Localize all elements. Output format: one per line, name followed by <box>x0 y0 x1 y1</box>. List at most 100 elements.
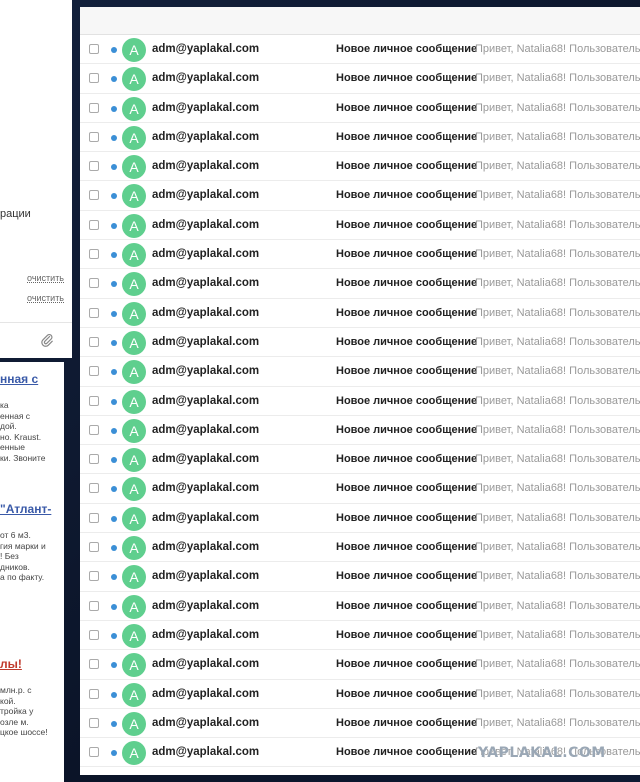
avatar: A <box>122 506 146 531</box>
message-row[interactable]: Aadm@yaplakal.com Новое личное сообщение П… <box>80 592 640 621</box>
message-row[interactable]: Aadm@yaplakal.com Новое личное сообщение П… <box>80 416 640 446</box>
message-row[interactable]: Aadm@yaplakal.com Новое личное сообщение П… <box>80 240 640 270</box>
message-snippet: Привет, Natalia68! Пользователь п <box>475 218 640 231</box>
select-checkbox[interactable] <box>89 659 99 670</box>
ad-title[interactable]: лы! <box>0 657 22 671</box>
message-snippet: Привет, Natalia68! Пользователь М <box>475 511 640 524</box>
select-checkbox[interactable] <box>89 747 99 758</box>
select-checkbox[interactable] <box>89 131 99 142</box>
select-checkbox[interactable] <box>89 717 99 728</box>
ads-panel: нная с ка енная с дой. но. Kraust. енные … <box>0 362 64 782</box>
ad-title[interactable]: "Атлант- <box>0 502 51 516</box>
sender-address: adm@yaplakal.com <box>152 716 260 729</box>
avatar: A <box>122 711 146 736</box>
select-checkbox[interactable] <box>89 190 99 201</box>
message-snippet: Привет, Natalia68! Пользователь М <box>475 335 640 348</box>
select-checkbox[interactable] <box>89 542 99 553</box>
left-settings-panel: рации очистить очистить <box>0 0 72 358</box>
unread-dot-icon <box>111 398 117 405</box>
message-subject: Новое личное сообщение <box>336 365 478 378</box>
select-checkbox[interactable] <box>89 454 99 465</box>
message-row[interactable]: Aadm@yaplakal.com Новое личное сообщение П… <box>80 269 640 299</box>
ad-title[interactable]: нная с <box>0 372 38 386</box>
select-checkbox[interactable] <box>89 512 99 523</box>
select-checkbox[interactable] <box>89 161 99 172</box>
avatar: A <box>122 155 146 180</box>
message-snippet: Привет, Natalia68! Пользователь lu <box>475 628 640 641</box>
message-row[interactable]: Aadm@yaplakal.com Новое личное сообщение П… <box>80 123 640 153</box>
paperclip-icon[interactable] <box>40 333 54 347</box>
message-row[interactable]: Aadm@yaplakal.com Новое личное сообщение П… <box>80 387 640 416</box>
select-checkbox[interactable] <box>89 73 99 84</box>
avatar: A <box>122 213 146 238</box>
message-row[interactable]: Aadm@yaplakal.com Новое личное сообщение П… <box>80 35 640 65</box>
avatar: A <box>122 741 146 766</box>
message-row[interactable]: Aadm@yaplakal.com Новое личное сообщение П… <box>80 504 640 534</box>
message-subject: Новое личное сообщение <box>336 335 478 348</box>
message-row[interactable]: Aadm@yaplakal.com Новое личное сообщение П… <box>80 650 640 680</box>
sender-address: adm@yaplakal.com <box>152 746 260 759</box>
sender-address: adm@yaplakal.com <box>152 394 260 407</box>
message-snippet: Привет, Natalia68! Пользователь п <box>475 189 640 202</box>
select-checkbox[interactable] <box>89 600 99 611</box>
message-snippet: Привет, Natalia68! Пользователь п <box>475 541 640 554</box>
select-checkbox[interactable] <box>89 571 99 582</box>
select-checkbox[interactable] <box>89 366 99 377</box>
message-row[interactable]: Aadm@yaplakal.com Новое личное сообщение П… <box>80 64 640 94</box>
unread-dot-icon <box>111 603 117 610</box>
unread-dot-icon <box>111 252 117 259</box>
message-subject: Новое личное сообщение <box>336 43 478 55</box>
select-checkbox[interactable] <box>89 424 99 435</box>
message-snippet: Привет, Natalia68! Пользователь s <box>475 570 640 583</box>
message-row[interactable]: Aadm@yaplakal.com Новое личное сообщение П… <box>80 299 640 328</box>
unread-dot-icon <box>111 720 117 727</box>
clear-link-1[interactable]: очистить <box>27 273 64 283</box>
avatar: A <box>122 125 146 150</box>
message-subject: Новое личное сообщение <box>336 218 478 231</box>
message-snippet: Привет, Natalia68! Пользователь п <box>475 277 640 290</box>
unread-dot-icon <box>111 310 117 317</box>
message-row[interactable]: Aadm@yaplakal.com Новое личное сообщение П… <box>80 533 640 563</box>
unread-dot-icon <box>111 164 117 171</box>
select-checkbox[interactable] <box>89 219 99 230</box>
sender-address: adm@yaplakal.com <box>152 658 260 671</box>
select-checkbox[interactable] <box>89 249 99 260</box>
message-list: Aadm@yaplakal.com Новое личное сообщение П… <box>80 35 640 768</box>
ad-text: от 6 м3. гия марки и ! Без дников. а по … <box>0 530 46 582</box>
select-checkbox[interactable] <box>89 629 99 640</box>
message-row[interactable]: Aadm@yaplakal.com Новое личное сообщение П… <box>80 562 640 592</box>
avatar: A <box>122 272 146 297</box>
select-checkbox[interactable] <box>89 44 99 54</box>
select-checkbox[interactable] <box>89 307 99 318</box>
message-snippet: Привет, Natalia68! Пользователь ф <box>475 248 640 261</box>
sender-address: adm@yaplakal.com <box>152 453 260 466</box>
message-row[interactable]: Aadm@yaplakal.com Новое личное сообщение П… <box>80 181 640 211</box>
message-row[interactable]: Aadm@yaplakal.com Новое личное сообщение П… <box>80 94 640 123</box>
message-subject: Новое личное сообщение <box>336 423 478 436</box>
select-checkbox[interactable] <box>89 278 99 289</box>
select-checkbox[interactable] <box>89 336 99 347</box>
avatar: A <box>122 96 146 121</box>
message-snippet: Привет, Natalia68! Пользователь 7 <box>475 482 640 495</box>
select-checkbox[interactable] <box>89 483 99 494</box>
select-checkbox[interactable] <box>89 395 99 406</box>
message-row[interactable]: Aadm@yaplakal.com Новое личное сообщение П… <box>80 357 640 387</box>
message-subject: Новое личное сообщение <box>336 687 478 700</box>
message-subject: Новое личное сообщение <box>336 658 478 671</box>
select-checkbox[interactable] <box>89 688 99 699</box>
message-row[interactable]: Aadm@yaplakal.com Новое личное сообщение П… <box>80 709 640 739</box>
sender-address: adm@yaplakal.com <box>152 72 260 85</box>
message-row[interactable]: Aadm@yaplakal.com Новое личное сообщение П… <box>80 152 640 182</box>
message-row[interactable]: Aadm@yaplakal.com Новое личное сообщение П… <box>80 680 640 709</box>
message-row[interactable]: Aadm@yaplakal.com Новое личное сообщение П… <box>80 474 640 504</box>
select-checkbox[interactable] <box>89 102 99 113</box>
ad-text: млн.р. с кой. тройка у озле м. цкое шосс… <box>0 685 48 737</box>
message-row[interactable]: Aadm@yaplakal.com Новое личное сообщение П… <box>80 621 640 651</box>
message-row[interactable]: Aadm@yaplakal.com Новое личное сообщение П… <box>80 445 640 475</box>
sender-address: adm@yaplakal.com <box>152 570 260 583</box>
avatar: A <box>122 360 146 385</box>
message-row[interactable]: Aadm@yaplakal.com Новое личное сообщение П… <box>80 211 640 241</box>
clear-link-2[interactable]: очистить <box>27 293 64 303</box>
message-row[interactable]: Aadm@yaplakal.com Новое личное сообщение П… <box>80 328 640 358</box>
unread-dot-icon <box>111 193 117 200</box>
